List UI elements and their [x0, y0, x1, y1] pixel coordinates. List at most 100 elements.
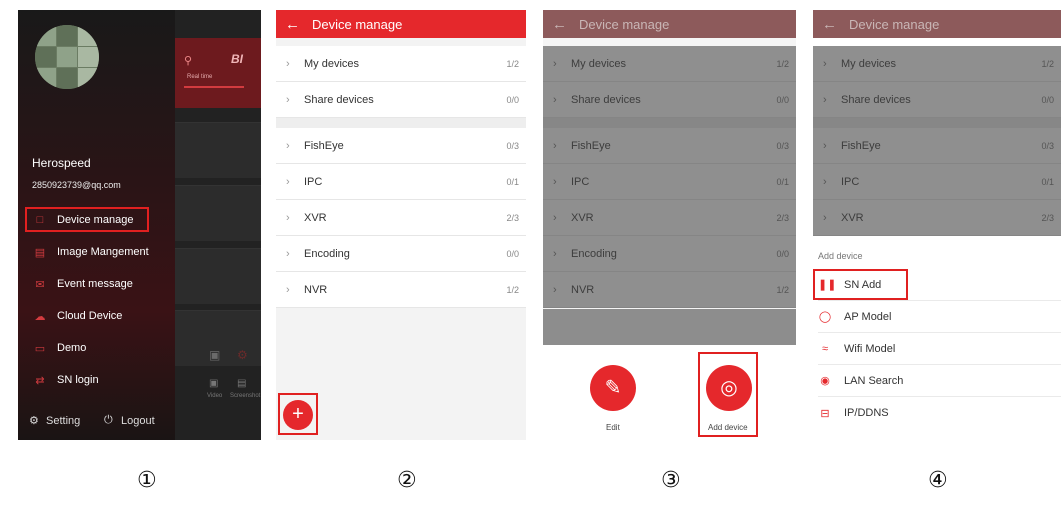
list-item-count: 0/0: [776, 94, 789, 105]
list-item-count: 1/2: [776, 284, 789, 295]
list-item-label: FishEye: [304, 139, 344, 152]
app-header: ← Device manage: [276, 10, 526, 38]
list-item-count: 0/0: [776, 248, 789, 259]
chevron-right-icon: ›: [286, 93, 290, 106]
avatar[interactable]: [35, 25, 99, 89]
chevron-right-icon: ›: [553, 139, 557, 152]
device-list: › My devices 1/2 › Share devices 0/0 › FishEy…: [543, 46, 796, 308]
chevron-right-icon: ›: [823, 57, 827, 70]
list-item[interactable]: › My devices 1/2: [543, 46, 796, 82]
chevron-right-icon: ›: [823, 139, 827, 152]
list-item[interactable]: › NVR 1/2: [543, 272, 796, 308]
edit-icon: ✎: [604, 377, 622, 399]
list-item[interactable]: › FishEye 0/3: [276, 128, 526, 164]
chevron-right-icon: ›: [553, 175, 557, 188]
page-title: Device manage: [849, 16, 940, 32]
chevron-right-icon: ›: [553, 283, 557, 296]
demo-icon: ▭: [34, 342, 46, 355]
list-item[interactable]: › IPC 0/1: [543, 164, 796, 200]
gear-icon[interactable]: ⚙: [29, 414, 39, 427]
video-label: Video: [207, 393, 223, 399]
tab-underline: [184, 86, 244, 88]
page-title: Device manage: [579, 16, 670, 32]
list-item[interactable]: › My devices 1/2: [813, 46, 1061, 82]
list-item[interactable]: › Share devices 0/0: [276, 82, 526, 118]
list-item-label: FishEye: [841, 139, 881, 152]
list-item[interactable]: › XVR 2/3: [543, 200, 796, 236]
list-item[interactable]: › Encoding 0/0: [276, 236, 526, 272]
list-item[interactable]: › My devices 1/2: [276, 46, 526, 82]
logout-button[interactable]: Logout: [121, 415, 155, 427]
menu-item-label: Demo: [57, 342, 87, 354]
menu-item-event-message[interactable]: ✉ Event message: [32, 272, 172, 296]
list-item[interactable]: › FishEye 0/3: [813, 128, 1061, 164]
highlight-box: [278, 393, 318, 435]
back-arrow-icon[interactable]: ←: [822, 16, 837, 33]
menu-item-label: SN login: [57, 374, 99, 386]
chevron-right-icon: ›: [553, 211, 557, 224]
back-arrow-icon[interactable]: ←: [285, 16, 300, 33]
highlight-box: [698, 352, 758, 437]
menu-item-cloud-device[interactable]: ☁ Cloud Device: [32, 304, 172, 328]
settings-icon: ⚙: [237, 348, 248, 362]
list-item[interactable]: › FishEye 0/3: [543, 128, 796, 164]
list-item[interactable]: › Encoding 0/0: [543, 236, 796, 272]
list-item-label: NVR: [571, 283, 595, 296]
list-item[interactable]: › XVR 2/3: [276, 200, 526, 236]
add-device-sheet: Add device ❚❚ SN Add ◯ AP Model ≈ Wifi M…: [813, 242, 1061, 440]
chevron-right-icon: ›: [286, 247, 290, 260]
video-cell: [175, 185, 261, 241]
wifi-icon: ≈: [821, 342, 829, 355]
list-item[interactable]: › XVR 2/3: [813, 200, 1061, 236]
menu-item-demo[interactable]: ▭ Demo: [32, 336, 172, 360]
chevron-right-icon: ›: [286, 139, 290, 152]
list-item-label: XVR: [571, 211, 594, 224]
menu-item-sn-login[interactable]: ⇄ SN login: [32, 368, 172, 392]
edit-button[interactable]: ✎: [590, 365, 636, 411]
divider: [276, 118, 526, 128]
ap-icon: ◯: [818, 311, 832, 323]
sheet-title: Add device: [818, 251, 863, 261]
video-icon: ▣: [209, 378, 219, 389]
back-arrow-icon[interactable]: ←: [552, 16, 567, 33]
list-item[interactable]: › Share devices 0/0: [813, 82, 1061, 118]
option-label: AP Model: [844, 310, 892, 323]
list-item[interactable]: › IPC 0/1: [813, 164, 1061, 200]
video-cell: [175, 122, 261, 178]
option-ip-ddns[interactable]: ⊟ IP/DDNS: [818, 397, 1061, 429]
list-item-count: 1/2: [506, 58, 519, 69]
list-item[interactable]: › NVR 1/2: [276, 272, 526, 308]
background-app-preview: ⚲ BI Real time ▣ ⚙ ▣ ▤ Video Screenshot: [175, 10, 261, 440]
list-item-count: 0/1: [776, 176, 789, 187]
setting-button[interactable]: Setting: [46, 415, 80, 427]
list-item-count: 0/0: [506, 248, 519, 259]
option-lan-search[interactable]: ◉ LAN Search: [818, 365, 1061, 397]
device-list: › My devices 1/2 › Share devices 0/0 › FishEy…: [276, 46, 526, 308]
list-item-count: 0/0: [1041, 94, 1054, 105]
list-item[interactable]: › Share devices 0/0: [543, 82, 796, 118]
list-item-label: NVR: [304, 283, 328, 296]
list-item-count: 2/3: [776, 212, 789, 223]
device-manage-panel: ← Device manage › My devices 1/2 › Share de…: [276, 10, 526, 440]
add-device-panel: ← Device manage › My devices 1/2 › Share de…: [813, 10, 1061, 440]
record-icon: ▣: [209, 348, 221, 362]
chevron-right-icon: ›: [286, 57, 290, 70]
list-item-label: XVR: [841, 211, 864, 224]
list-item[interactable]: › IPC 0/1: [276, 164, 526, 200]
option-ap-model[interactable]: ◯ AP Model: [818, 301, 1061, 333]
menu-item-image-mangement[interactable]: ▤ Image Mangement: [32, 240, 172, 264]
list-item-label: Encoding: [304, 247, 350, 260]
chevron-right-icon: ›: [286, 175, 290, 188]
highlight-box: [813, 269, 908, 300]
user-name: Herospeed: [32, 156, 91, 170]
chevron-right-icon: ›: [286, 283, 290, 296]
power-icon[interactable]: ⏻: [104, 414, 113, 427]
edit-label: Edit: [606, 423, 620, 432]
option-label: IP/DDNS: [844, 407, 889, 419]
device-manage-actions-panel: ← Device manage › My devices 1/2 › Share de…: [543, 10, 796, 440]
list-item-label: FishEye: [571, 139, 611, 152]
screenshot-label: Screenshot: [230, 393, 261, 399]
list-item-label: Share devices: [304, 93, 374, 106]
chevron-right-icon: ›: [823, 211, 827, 224]
option-wifi-model[interactable]: ≈ Wifi Model: [818, 333, 1061, 365]
